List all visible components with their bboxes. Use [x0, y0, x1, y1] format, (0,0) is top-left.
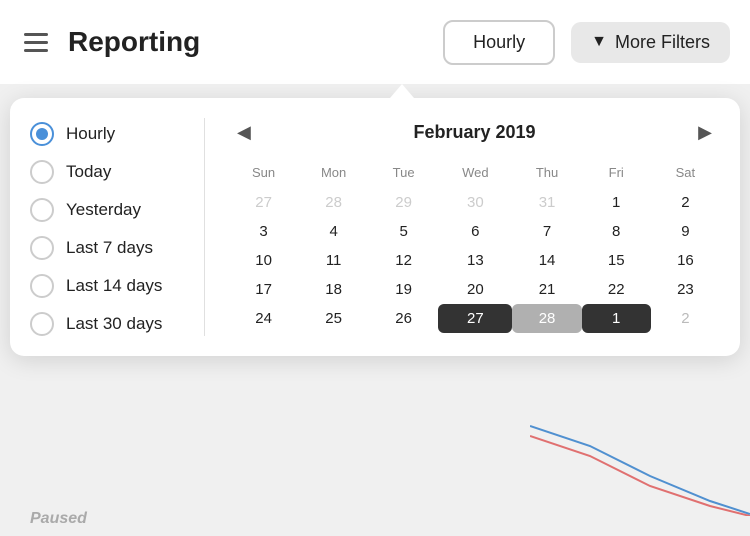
radio-label-today: Today	[66, 162, 111, 182]
radio-label-last7: Last 7 days	[66, 238, 153, 258]
panel-divider	[204, 118, 205, 336]
calendar-cell-1-2[interactable]: 5	[369, 217, 438, 246]
dropdown-arrow	[390, 84, 414, 98]
radio-label-last30: Last 30 days	[66, 314, 162, 334]
calendar-cell-2-3[interactable]: 13	[438, 246, 512, 275]
calendar-cell-1-0[interactable]: 3	[229, 217, 298, 246]
calendar-cell-3-4[interactable]: 21	[512, 275, 581, 304]
calendar-cell-1-1[interactable]: 4	[298, 217, 369, 246]
hourly-button[interactable]: Hourly	[443, 20, 555, 65]
calendar-cell-2-0[interactable]: 10	[229, 246, 298, 275]
calendar-cell-1-5[interactable]: 8	[582, 217, 651, 246]
radio-circle-hourly	[30, 122, 54, 146]
cal-header-tue: Tue	[369, 161, 438, 188]
calendar-cell-4-4[interactable]: 28	[512, 304, 581, 333]
page-title: Reporting	[68, 26, 427, 58]
calendar-week-3: 17181920212223	[229, 275, 720, 304]
calendar-body: 2728293031123456789101112131415161718192…	[229, 188, 720, 333]
radio-item-last14[interactable]: Last 14 days	[30, 274, 180, 298]
cal-header-thu: Thu	[512, 161, 581, 188]
calendar-cell-3-1[interactable]: 18	[298, 275, 369, 304]
more-filters-button[interactable]: ▼ More Filters	[571, 22, 730, 63]
radio-circle-last14	[30, 274, 54, 298]
calendar-grid: SunMonTueWedThuFriSat 272829303112345678…	[229, 161, 720, 333]
calendar-next-button[interactable]: ▶	[690, 118, 720, 147]
calendar-cell-4-3[interactable]: 27	[438, 304, 512, 333]
calendar-header: ◀ February 2019 ▶	[229, 118, 720, 147]
dropdown-panel: Hourly Today Yesterday Last 7 days Last 14 d…	[10, 98, 740, 356]
cal-header-fri: Fri	[582, 161, 651, 188]
radio-circle-last7	[30, 236, 54, 260]
calendar-days-header: SunMonTueWedThuFriSat	[229, 161, 720, 188]
calendar: ◀ February 2019 ▶ SunMonTueWedThuFriSat …	[209, 118, 720, 336]
calendar-cell-1-4[interactable]: 7	[512, 217, 581, 246]
more-filters-label: More Filters	[615, 32, 710, 53]
calendar-cell-3-5[interactable]: 22	[582, 275, 651, 304]
paused-label: Paused	[30, 510, 87, 528]
cal-header-sun: Sun	[229, 161, 298, 188]
calendar-cell-0-1[interactable]: 28	[298, 188, 369, 217]
radio-label-hourly: Hourly	[66, 124, 115, 144]
radio-item-hourly[interactable]: Hourly	[30, 122, 180, 146]
hamburger-icon[interactable]	[20, 29, 52, 56]
calendar-cell-3-6[interactable]: 23	[651, 275, 720, 304]
calendar-cell-0-0[interactable]: 27	[229, 188, 298, 217]
calendar-week-1: 3456789	[229, 217, 720, 246]
radio-options: Hourly Today Yesterday Last 7 days Last 14 d…	[30, 118, 200, 336]
radio-circle-last30	[30, 312, 54, 336]
calendar-cell-2-2[interactable]: 12	[369, 246, 438, 275]
calendar-cell-0-2[interactable]: 29	[369, 188, 438, 217]
radio-item-today[interactable]: Today	[30, 160, 180, 184]
calendar-cell-0-5[interactable]: 1	[582, 188, 651, 217]
calendar-cell-0-4[interactable]: 31	[512, 188, 581, 217]
calendar-week-0: 272829303112	[229, 188, 720, 217]
radio-circle-yesterday	[30, 198, 54, 222]
calendar-cell-4-6[interactable]: 2	[651, 304, 720, 333]
calendar-cell-2-5[interactable]: 15	[582, 246, 651, 275]
calendar-cell-3-3[interactable]: 20	[438, 275, 512, 304]
chart-svg	[530, 416, 750, 516]
calendar-cell-2-4[interactable]: 14	[512, 246, 581, 275]
calendar-cell-0-6[interactable]: 2	[651, 188, 720, 217]
radio-item-last7[interactable]: Last 7 days	[30, 236, 180, 260]
radio-item-last30[interactable]: Last 30 days	[30, 312, 180, 336]
calendar-week-2: 10111213141516	[229, 246, 720, 275]
calendar-cell-1-3[interactable]: 6	[438, 217, 512, 246]
calendar-cell-3-0[interactable]: 17	[229, 275, 298, 304]
calendar-month-year: February 2019	[413, 122, 535, 143]
calendar-cell-3-2[interactable]: 19	[369, 275, 438, 304]
top-bar: Reporting Hourly ▼ More Filters	[0, 0, 750, 84]
cal-header-sat: Sat	[651, 161, 720, 188]
calendar-week-4: 242526272812	[229, 304, 720, 333]
calendar-cell-4-1[interactable]: 25	[298, 304, 369, 333]
chart-background: Paused	[0, 416, 750, 536]
calendar-cell-2-1[interactable]: 11	[298, 246, 369, 275]
cal-header-wed: Wed	[438, 161, 512, 188]
calendar-cell-0-3[interactable]: 30	[438, 188, 512, 217]
radio-item-yesterday[interactable]: Yesterday	[30, 198, 180, 222]
cal-header-mon: Mon	[298, 161, 369, 188]
calendar-prev-button[interactable]: ◀	[229, 118, 259, 147]
radio-circle-today	[30, 160, 54, 184]
calendar-cell-1-6[interactable]: 9	[651, 217, 720, 246]
filter-icon: ▼	[591, 33, 607, 51]
calendar-cell-4-0[interactable]: 24	[229, 304, 298, 333]
calendar-cell-4-2[interactable]: 26	[369, 304, 438, 333]
radio-label-last14: Last 14 days	[66, 276, 162, 296]
radio-label-yesterday: Yesterday	[66, 200, 141, 220]
calendar-cell-2-6[interactable]: 16	[651, 246, 720, 275]
dropdown-wrapper: Hourly Today Yesterday Last 7 days Last 14 d…	[10, 84, 740, 356]
calendar-cell-4-5[interactable]: 1	[582, 304, 651, 333]
